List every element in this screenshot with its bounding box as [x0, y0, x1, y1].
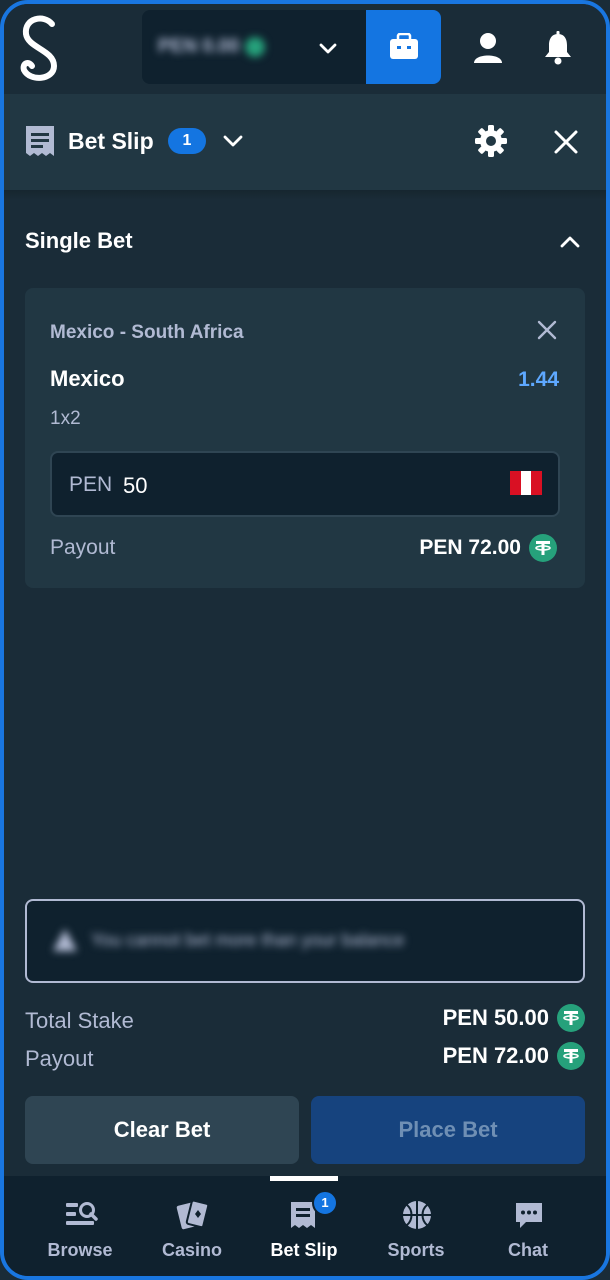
- single-bet-section-title: Single Bet: [25, 228, 133, 253]
- top-bar: PEN 0.00: [4, 4, 606, 94]
- basketball-icon: [403, 1201, 431, 1229]
- chevron-up-icon[interactable]: [556, 228, 584, 256]
- nav-label-casino: Casino: [161, 1240, 222, 1260]
- payout-value: PEN 72.00: [419, 534, 557, 562]
- betslip-nav-badge: 1: [312, 1190, 338, 1216]
- selection-name: Mexico: [50, 366, 125, 391]
- notifications-button[interactable]: [536, 26, 580, 70]
- chat-icon: [516, 1203, 542, 1228]
- browse-icon: [66, 1202, 98, 1225]
- tether-icon: [557, 1042, 585, 1070]
- nav-item-browse[interactable]: Browse: [24, 1176, 136, 1276]
- balance-amount: PEN 0.00: [158, 36, 266, 58]
- chevron-down-icon[interactable]: [220, 128, 246, 154]
- casino-cards-icon: [176, 1199, 210, 1230]
- nav-label-betslip: Bet Slip: [270, 1240, 338, 1260]
- close-icon[interactable]: [550, 126, 582, 158]
- payout-label: Payout: [50, 536, 116, 559]
- wallet-button[interactable]: [366, 10, 441, 84]
- match-name[interactable]: Mexico - South Africa: [50, 322, 244, 344]
- gear-icon[interactable]: [474, 124, 508, 158]
- balance-notice: You cannot bet more than your balance: [25, 899, 585, 983]
- total-stake-value: PEN 50.00: [443, 1004, 585, 1032]
- close-icon[interactable]: [535, 318, 559, 342]
- tether-icon: [557, 1004, 585, 1032]
- nav-label-sports: Sports: [387, 1240, 445, 1260]
- total-stake-label: Total Stake: [25, 1008, 134, 1033]
- stake-currency: PEN: [69, 473, 113, 496]
- total-stake-row: Total Stake PEN 50.00: [25, 1004, 585, 1038]
- nav-item-chat[interactable]: Chat: [472, 1176, 584, 1276]
- betslip-title: Bet Slip: [68, 128, 154, 154]
- header-divider: [4, 190, 606, 200]
- clear-bet-button[interactable]: Clear Bet: [25, 1096, 299, 1164]
- bell-icon: [545, 31, 571, 65]
- warning-icon: [53, 929, 77, 951]
- stake-input[interactable]: PEN 50: [50, 451, 560, 517]
- total-payout-row: Payout PEN 72.00: [25, 1042, 585, 1076]
- nav-item-betslip[interactable]: 1 Bet Slip: [248, 1176, 360, 1276]
- nav-label-browse: Browse: [47, 1240, 113, 1260]
- peru-flag-icon: [510, 471, 543, 495]
- betslip-summary: You cannot bet more than your balance To…: [4, 872, 606, 1180]
- notice-text: You cannot bet more than your balance: [91, 929, 405, 950]
- nav-item-sports[interactable]: Sports: [360, 1176, 472, 1276]
- stake-value[interactable]: 50: [123, 473, 147, 499]
- betslip-icon: [26, 126, 54, 156]
- odds-value: 1.44: [518, 368, 559, 391]
- user-profile-button[interactable]: [466, 26, 510, 70]
- bottom-navigation: Browse Casino 1 Bet Slip Sports Chat: [4, 1176, 606, 1276]
- user-icon: [474, 33, 502, 63]
- app-frame: PEN 0.00 Bet Slip 1 Single Bet Mexico - …: [0, 0, 610, 1280]
- tether-icon: [529, 534, 557, 562]
- place-bet-button[interactable]: Place Bet: [311, 1096, 585, 1164]
- nav-item-casino[interactable]: Casino: [136, 1176, 248, 1276]
- chevron-down-icon: [319, 43, 337, 54]
- active-indicator: [270, 1176, 338, 1181]
- nav-label-chat: Chat: [508, 1240, 548, 1260]
- wallet-icon: [389, 33, 418, 59]
- total-payout-label: Payout: [25, 1046, 94, 1071]
- betslip-header: Bet Slip 1: [4, 94, 606, 190]
- stake-logo-icon[interactable]: [16, 12, 64, 84]
- market-name: 1x2: [50, 408, 81, 429]
- betslip-count-badge: 1: [168, 128, 206, 154]
- total-payout-value: PEN 72.00: [443, 1042, 585, 1070]
- bet-card: Mexico - South Africa Mexico 1.44 1x2 PE…: [25, 288, 585, 588]
- wallet-balance-selector[interactable]: PEN 0.00: [142, 10, 366, 84]
